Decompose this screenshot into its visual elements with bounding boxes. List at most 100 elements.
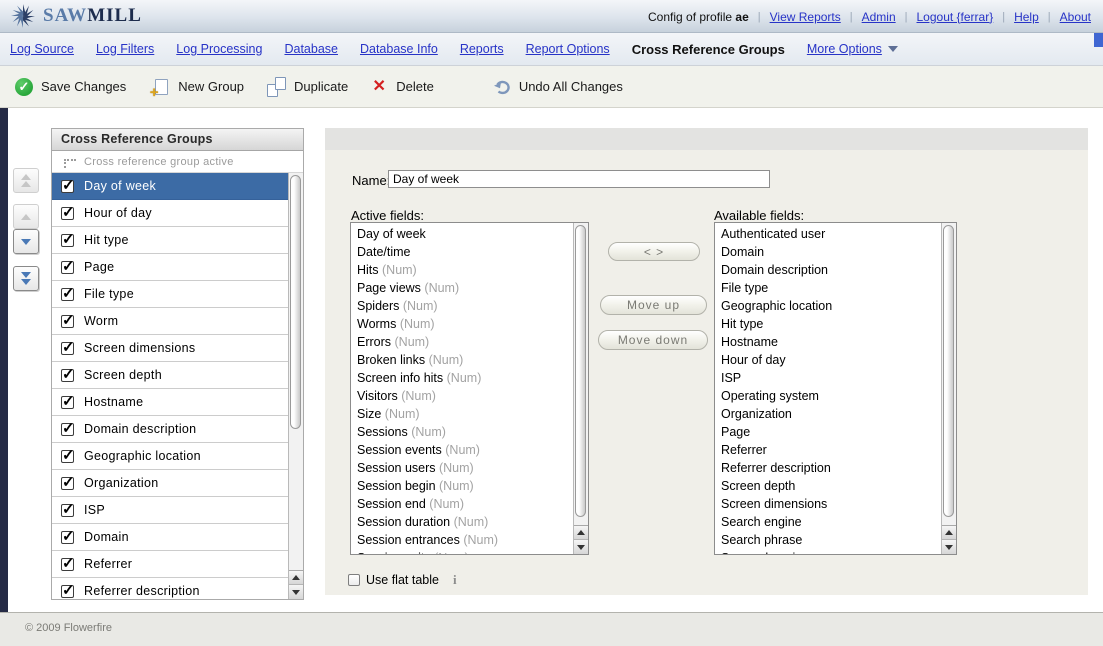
group-checkbox[interactable] xyxy=(61,396,74,409)
group-checkbox[interactable] xyxy=(61,342,74,355)
group-checkbox[interactable] xyxy=(61,477,74,490)
group-checkbox[interactable] xyxy=(61,558,74,571)
group-checkbox[interactable] xyxy=(61,288,74,301)
available-field-item[interactable]: Page xyxy=(721,423,938,441)
nav-link[interactable]: Log Filters xyxy=(96,42,154,56)
swap-fields-button[interactable]: < > xyxy=(608,242,700,261)
active-field-item[interactable]: Screen info hits (Num) xyxy=(357,369,570,387)
group-checkbox[interactable] xyxy=(61,450,74,463)
scroll-down-button[interactable] xyxy=(942,540,956,554)
group-row[interactable]: Geographic location xyxy=(52,443,303,470)
active-field-item[interactable]: Spiders (Num) xyxy=(357,297,570,315)
active-field-item[interactable]: Session users (Num) xyxy=(357,459,570,477)
active-field-item[interactable]: Session duration (Num) xyxy=(357,513,570,531)
scrollbar-thumb[interactable] xyxy=(575,225,586,517)
active-field-item[interactable]: Size (Num) xyxy=(357,405,570,423)
group-row[interactable]: ISP xyxy=(52,497,303,524)
group-checkbox[interactable] xyxy=(61,315,74,328)
group-checkbox[interactable] xyxy=(61,585,74,598)
nav-link[interactable]: Log Processing xyxy=(176,42,262,56)
available-field-item[interactable]: File type xyxy=(721,279,938,297)
available-field-item[interactable]: Server domain xyxy=(721,549,938,555)
move-down-button[interactable]: Move down xyxy=(598,330,708,350)
group-row[interactable]: Organization xyxy=(52,470,303,497)
active-field-item[interactable]: Date/time xyxy=(357,243,570,261)
move-to-bottom-button[interactable] xyxy=(13,266,39,291)
available-field-item[interactable]: Domain description xyxy=(721,261,938,279)
help-link[interactable]: Help xyxy=(1014,10,1039,24)
group-row[interactable]: File type xyxy=(52,281,303,308)
group-row[interactable]: Domain description xyxy=(52,416,303,443)
active-field-item[interactable]: Sessions (Num) xyxy=(357,423,570,441)
available-field-item[interactable]: Geographic location xyxy=(721,297,938,315)
about-link[interactable]: About xyxy=(1060,10,1091,24)
active-field-item[interactable]: Errors (Num) xyxy=(357,333,570,351)
active-field-item[interactable]: Session end (Num) xyxy=(357,495,570,513)
group-row[interactable]: Hostname xyxy=(52,389,303,416)
available-fields-listbox[interactable]: Authenticated user Domain Domain descrip… xyxy=(714,222,957,555)
available-field-item[interactable]: Hit type xyxy=(721,315,938,333)
group-row[interactable]: Referrer xyxy=(52,551,303,578)
use-flat-table-checkbox[interactable] xyxy=(348,574,360,586)
group-row[interactable]: Domain xyxy=(52,524,303,551)
more-options-menu[interactable]: More Options xyxy=(807,42,882,56)
group-row[interactable]: Page xyxy=(52,254,303,281)
scroll-down-button[interactable] xyxy=(289,585,303,599)
nav-link[interactable]: Log Source xyxy=(10,42,74,56)
group-row[interactable]: Hit type xyxy=(52,227,303,254)
group-checkbox[interactable] xyxy=(61,234,74,247)
group-checkbox[interactable] xyxy=(61,369,74,382)
available-field-item[interactable]: Screen dimensions xyxy=(721,495,938,513)
groups-scrollbar[interactable] xyxy=(288,173,303,599)
available-field-item[interactable]: Domain xyxy=(721,243,938,261)
group-checkbox[interactable] xyxy=(61,504,74,517)
available-field-item[interactable]: Hostname xyxy=(721,333,938,351)
new-group-button[interactable]: + New Group xyxy=(151,77,244,97)
group-row[interactable]: Screen dimensions xyxy=(52,335,303,362)
group-checkbox[interactable] xyxy=(61,207,74,220)
nav-link[interactable]: Database xyxy=(284,42,338,56)
active-field-item[interactable]: Worms (Num) xyxy=(357,315,570,333)
scroll-up-button[interactable] xyxy=(289,571,303,585)
group-row[interactable]: Referrer description xyxy=(52,578,303,599)
nav-link[interactable]: Database Info xyxy=(360,42,438,56)
move-down-group-button[interactable] xyxy=(13,229,39,254)
available-field-item[interactable]: Search phrase xyxy=(721,531,938,549)
group-checkbox[interactable] xyxy=(61,423,74,436)
active-field-item[interactable]: Session events (Num) xyxy=(357,441,570,459)
scroll-up-button[interactable] xyxy=(574,526,588,540)
group-checkbox[interactable] xyxy=(61,261,74,274)
move-up-button[interactable]: Move up xyxy=(600,295,707,315)
active-fields-scrollbar[interactable] xyxy=(573,223,588,554)
active-field-item[interactable]: Session exits (Num) xyxy=(357,549,570,555)
available-field-item[interactable]: ISP xyxy=(721,369,938,387)
active-fields-listbox[interactable]: Day of week Date/time Hits (Num) Page vi… xyxy=(350,222,589,555)
logout-link[interactable]: Logout {ferrar} xyxy=(917,10,994,24)
available-field-item[interactable]: Search engine xyxy=(721,513,938,531)
group-checkbox[interactable] xyxy=(61,531,74,544)
group-row[interactable]: Day of week xyxy=(52,173,303,200)
scrollbar-thumb[interactable] xyxy=(290,175,301,429)
scroll-up-button[interactable] xyxy=(942,526,956,540)
available-field-item[interactable]: Referrer xyxy=(721,441,938,459)
available-field-item[interactable]: Hour of day xyxy=(721,351,938,369)
active-field-item[interactable]: Hits (Num) xyxy=(357,261,570,279)
scroll-down-button[interactable] xyxy=(574,540,588,554)
available-field-item[interactable]: Screen depth xyxy=(721,477,938,495)
group-checkbox[interactable] xyxy=(61,180,74,193)
save-changes-button[interactable]: ✓ Save Changes xyxy=(14,77,126,97)
scrollbar-thumb[interactable] xyxy=(943,225,954,517)
move-to-top-button[interactable] xyxy=(13,168,39,193)
duplicate-button[interactable]: Duplicate xyxy=(267,77,348,97)
active-field-item[interactable]: Broken links (Num) xyxy=(357,351,570,369)
available-field-item[interactable]: Authenticated user xyxy=(721,225,938,243)
view-reports-link[interactable]: View Reports xyxy=(770,10,841,24)
delete-button[interactable]: ✕ Delete xyxy=(369,77,434,97)
active-field-item[interactable]: Day of week xyxy=(357,225,570,243)
active-field-item[interactable]: Session begin (Num) xyxy=(357,477,570,495)
active-field-item[interactable]: Session entrances (Num) xyxy=(357,531,570,549)
group-row[interactable]: Screen depth xyxy=(52,362,303,389)
available-field-item[interactable]: Organization xyxy=(721,405,938,423)
move-up-group-button[interactable] xyxy=(13,204,39,229)
group-row[interactable]: Worm xyxy=(52,308,303,335)
